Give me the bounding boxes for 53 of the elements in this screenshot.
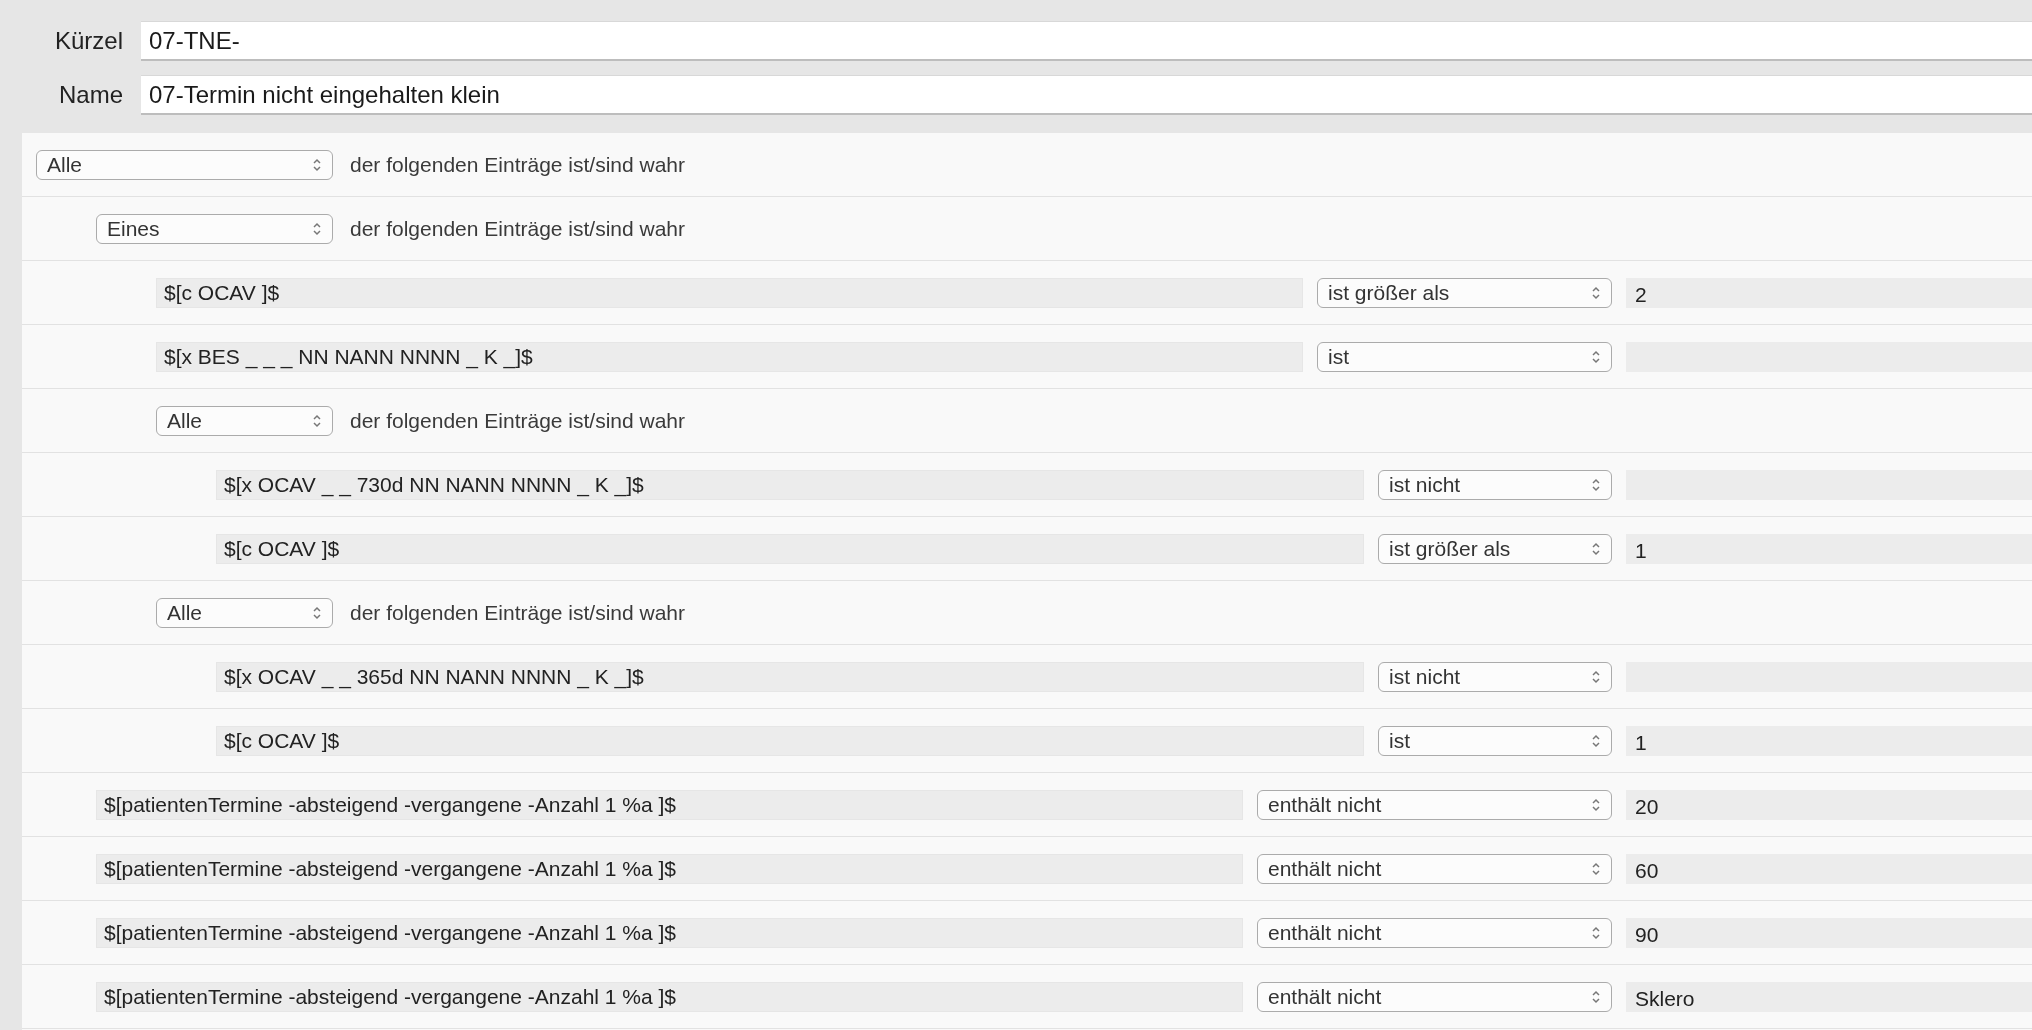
value-field[interactable]: 60 [1626,853,2032,884]
group-label: der folgenden Einträge ist/sind wahr [350,600,686,625]
stepper-chevron-icon [1591,284,1601,301]
stepper-chevron-icon [1591,860,1601,877]
variable-field[interactable]: $[patientenTermine -absteigend -vergangene -Anzahl 1 %a ]$ [96,917,1243,948]
variable-field[interactable]: $[patientenTermine -absteigend -vergangene -Anzahl 1 %a ]$ [96,853,1243,884]
variable-field[interactable]: $[x BES _ _ _ NN NANN NNNN _ K _]$ [156,341,1303,372]
value-field[interactable]: 1 [1626,725,2032,756]
stepper-chevron-icon [1591,988,1601,1005]
operator-dropdown[interactable]: ist größer als [1317,277,1612,308]
operator-dropdown[interactable]: enthält nicht [1257,917,1612,948]
value-field[interactable]: 1 [1626,533,2032,564]
operator-dropdown[interactable]: ist nicht [1378,661,1612,692]
operator-dropdown[interactable]: enthält nicht [1257,981,1612,1012]
operator-dropdown[interactable]: enthält nicht [1257,853,1612,884]
group-label: der folgenden Einträge ist/sind wahr [350,408,686,433]
stepper-chevron-icon [312,156,322,173]
stepper-chevron-icon [1591,540,1601,557]
operator-dropdown[interactable]: ist [1378,725,1612,756]
stepper-chevron-icon [1591,924,1601,941]
group-label: der folgenden Einträge ist/sind wahr [350,152,686,177]
stepper-chevron-icon [312,220,322,237]
field-label: Kürzel [53,27,123,55]
variable-field[interactable]: $[x OCAV _ _ 730d NN NANN NNNN _ K _]$ [216,469,1364,500]
value-field[interactable]: 20 [1626,789,2032,820]
value-field[interactable]: Sklero [1626,981,2032,1012]
variable-field[interactable]: $[x OCAV _ _ 365d NN NANN NNNN _ K _]$ [216,661,1364,692]
operator-dropdown[interactable]: ist nicht [1378,469,1612,500]
variable-field[interactable]: $[patientenTermine -absteigend -vergangene -Anzahl 1 %a ]$ [96,981,1243,1012]
stepper-chevron-icon [312,604,322,621]
stepper-chevron-icon [312,412,322,429]
value-field[interactable]: 90 [1626,917,2032,948]
stepper-chevron-icon [1591,476,1601,493]
group-label: der folgenden Einträge ist/sind wahr [350,216,686,241]
variable-field[interactable]: $[c OCAV ]$ [156,277,1303,308]
stepper-chevron-icon [1591,348,1601,365]
field-label: Name [57,81,123,109]
stepper-chevron-icon [1591,732,1601,749]
operator-dropdown[interactable]: ist größer als [1378,533,1612,564]
variable-field[interactable]: $[c OCAV ]$ [216,533,1364,564]
quantifier-dropdown[interactable]: Alle [156,597,333,628]
value-field[interactable]: 2 [1626,277,2032,308]
text-field[interactable]: 07-Termin nicht eingehalten klein [141,75,2032,115]
variable-field[interactable]: $[patientenTermine -absteigend -vergangene -Anzahl 1 %a ]$ [96,789,1243,820]
quantifier-dropdown[interactable]: Alle [36,149,333,180]
stepper-chevron-icon [1591,668,1601,685]
quantifier-dropdown[interactable]: Eines [96,213,333,244]
quantifier-dropdown[interactable]: Alle [156,405,333,436]
operator-dropdown[interactable]: enthält nicht [1257,789,1612,820]
operator-dropdown[interactable]: ist [1317,341,1612,372]
stepper-chevron-icon [1591,796,1601,813]
variable-field[interactable]: $[c OCAV ]$ [216,725,1364,756]
text-field[interactable]: 07-TNE- [141,21,2032,61]
